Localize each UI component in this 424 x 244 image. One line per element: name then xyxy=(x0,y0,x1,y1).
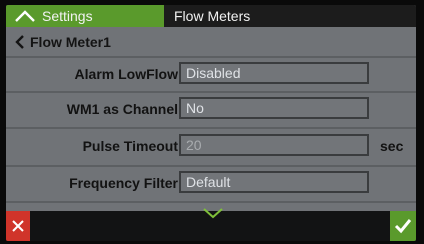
field-label: Pulse Timeout xyxy=(82,138,178,154)
tab-flow-meters-label: Flow Meters xyxy=(174,8,251,24)
field-label: WM1 as Channel xyxy=(66,101,178,117)
back-button[interactable]: Flow Meter1 xyxy=(6,31,111,53)
pulse-timeout-unit: sec xyxy=(380,138,404,154)
bottom-bar xyxy=(6,208,416,241)
divider xyxy=(6,201,416,203)
divider xyxy=(6,91,416,93)
field-label: Alarm LowFlow xyxy=(74,66,178,82)
field-row-wm1-as-channel: WM1 as Channel No xyxy=(6,94,416,124)
chevron-up-icon xyxy=(15,10,35,22)
field-row-alarm-lowflow: Alarm LowFlow Disabled xyxy=(6,59,416,89)
tab-flow-meters[interactable]: Flow Meters xyxy=(164,5,416,27)
close-icon xyxy=(12,220,24,232)
top-bar: Settings Flow Meters xyxy=(6,5,416,27)
breadcrumb-label: Flow Meter1 xyxy=(30,34,111,50)
field-row-frequency-filter: Frequency Filter Default xyxy=(6,168,416,198)
frequency-filter-field[interactable]: Default xyxy=(179,171,369,193)
divider xyxy=(6,165,416,167)
field-row-pulse-timeout: Pulse Timeout 20 sec xyxy=(6,131,416,161)
pulse-timeout-field[interactable]: 20 xyxy=(179,134,369,156)
check-icon xyxy=(394,219,412,234)
wm1-as-channel-field[interactable]: No xyxy=(179,97,369,119)
divider xyxy=(6,56,416,58)
confirm-button[interactable] xyxy=(390,211,416,241)
alarm-lowflow-field[interactable]: Disabled xyxy=(179,62,369,84)
device-screen: Settings Flow Meters Flow Meter1 Alarm L… xyxy=(6,5,416,241)
tab-settings-label: Settings xyxy=(42,8,93,24)
field-label: Frequency Filter xyxy=(69,175,178,191)
chevron-left-icon xyxy=(15,35,24,49)
chevron-down-icon[interactable] xyxy=(202,207,224,219)
cancel-button[interactable] xyxy=(6,211,30,241)
divider xyxy=(6,127,416,129)
tab-settings[interactable]: Settings xyxy=(6,5,164,27)
